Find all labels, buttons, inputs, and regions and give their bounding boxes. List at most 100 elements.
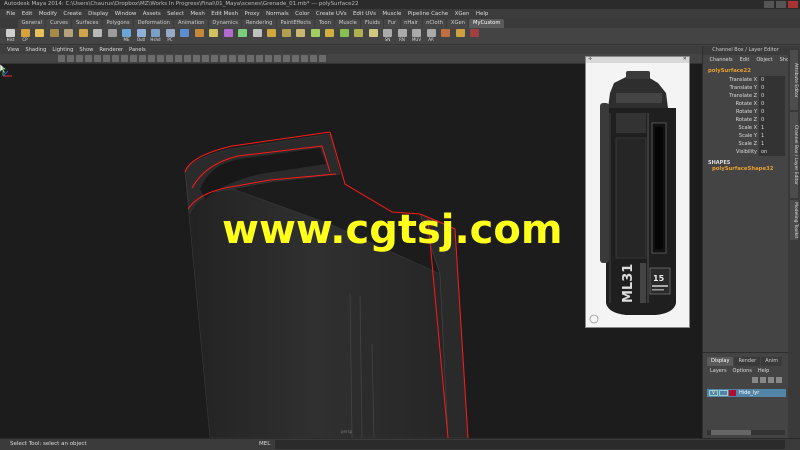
menu-mesh[interactable]: Mesh (187, 11, 208, 17)
shelf-button[interactable] (178, 29, 191, 43)
layer-menu-layers[interactable]: Layers (707, 368, 730, 374)
attribute-value[interactable]: 0 (759, 100, 785, 108)
layer-scrollbar[interactable] (707, 430, 785, 435)
shelf-button[interactable] (352, 29, 365, 43)
attribute-value[interactable]: 1 (759, 140, 785, 148)
attribute-row[interactable]: Rotate X0 (703, 100, 788, 108)
viewport-tool-icon[interactable] (319, 55, 326, 62)
layer-menu-options[interactable]: Options (730, 368, 755, 374)
shelf-tab-curves[interactable]: Curves (46, 19, 72, 28)
viewport-tool-icon[interactable] (85, 55, 92, 62)
minimize-button[interactable] (764, 1, 774, 8)
shelf-tab-general[interactable]: General (18, 19, 46, 28)
menu-proxy[interactable]: Proxy (241, 11, 262, 17)
scrollbar-thumb[interactable] (711, 430, 751, 435)
viewport-tool-icon[interactable] (148, 55, 155, 62)
shelf-button[interactable]: Hshd (149, 29, 162, 43)
viewport-tool-icon[interactable] (292, 55, 299, 62)
shelf-tab-xgen[interactable]: XGen (447, 19, 469, 28)
viewport-tool-icon[interactable] (67, 55, 74, 62)
menu-pipeline-cache[interactable]: Pipeline Cache (405, 11, 452, 17)
attribute-value[interactable]: 1 (759, 132, 785, 140)
tab-attribute-editor[interactable]: Attribute Editor (790, 50, 798, 110)
shelf-button[interactable]: SN (381, 29, 394, 43)
shelf-button[interactable] (77, 29, 90, 43)
shelf-button[interactable] (207, 29, 220, 43)
menu-xgen[interactable]: XGen (451, 11, 472, 17)
command-line-input[interactable] (275, 440, 785, 449)
layer-color-swatch[interactable] (729, 390, 736, 396)
channel-menu-edit[interactable]: Edit (736, 57, 753, 63)
layer-type-toggle[interactable] (719, 390, 728, 396)
shelf-button[interactable] (280, 29, 293, 43)
shelf-button[interactable]: Outl (135, 29, 148, 43)
attribute-row[interactable]: Scale Z1 (703, 140, 788, 148)
shelf-button[interactable]: AR (425, 29, 438, 43)
attribute-row[interactable]: Scale Y1 (703, 132, 788, 140)
reference-image-panel[interactable]: ✛ ✕ ML31 15 (585, 56, 690, 328)
attribute-value[interactable]: 0 (759, 116, 785, 124)
mel-label[interactable]: MEL (259, 441, 270, 447)
viewport-tool-icon[interactable] (184, 55, 191, 62)
menu-file[interactable]: File (3, 11, 19, 17)
shelf-button[interactable] (439, 29, 452, 43)
layer-tab-anim[interactable]: Anim (761, 357, 783, 366)
viewport-tool-icon[interactable] (220, 55, 227, 62)
viewport-tool-icon[interactable] (238, 55, 245, 62)
menu-modify[interactable]: Modify (36, 11, 61, 17)
layer-menu-help[interactable]: Help (755, 368, 772, 374)
shelf-button[interactable] (454, 29, 467, 43)
move-handle-icon[interactable]: ✛ (588, 56, 592, 62)
shelf-button[interactable]: MUV (410, 29, 423, 43)
attribute-row[interactable]: Translate X0 (703, 76, 788, 84)
shape-node-name[interactable]: polySurfaceShape32 (703, 166, 788, 172)
panel-menu-renderer[interactable]: Renderer (96, 47, 126, 53)
shelf-button[interactable]: PC (164, 29, 177, 43)
panel-menu-lighting[interactable]: Lighting (49, 47, 76, 53)
viewport-tool-icon[interactable] (274, 55, 281, 62)
menu-muscle[interactable]: Muscle (379, 11, 404, 17)
close-icon[interactable]: ✕ (683, 56, 687, 62)
shelf-button[interactable] (323, 29, 336, 43)
layer-tab-display[interactable]: Display (707, 357, 734, 366)
shelf-tab-surfaces[interactable]: Surfaces (72, 19, 102, 28)
shelf-tab-deformation[interactable]: Deformation (134, 19, 174, 28)
layer-visibility-toggle[interactable]: V (709, 390, 718, 396)
tab-modeling-toolkit[interactable]: Modeling Toolkit (790, 200, 798, 240)
shelf-button[interactable] (33, 29, 46, 43)
attribute-row[interactable]: Rotate Y0 (703, 108, 788, 116)
viewport-tool-icon[interactable] (202, 55, 209, 62)
shelf-tab-toon[interactable]: Toon (315, 19, 335, 28)
attribute-value[interactable]: 0 (759, 108, 785, 116)
layer-tab-render[interactable]: Render (734, 357, 761, 366)
channel-menu-channels[interactable]: Channels (706, 57, 736, 63)
viewport-tool-icon[interactable] (139, 55, 146, 62)
viewport-tool-icon[interactable] (157, 55, 164, 62)
layer-down-icon[interactable] (776, 377, 782, 383)
attribute-value[interactable]: 0 (759, 76, 785, 84)
panel-menu-shading[interactable]: Shading (22, 47, 49, 53)
shelf-button[interactable] (62, 29, 75, 43)
viewport-tool-icon[interactable] (301, 55, 308, 62)
shelf-button[interactable] (309, 29, 322, 43)
shelf-button[interactable] (338, 29, 351, 43)
shelf-button[interactable] (294, 29, 307, 43)
shelf-button[interactable] (468, 29, 481, 43)
viewport-tool-icon[interactable] (310, 55, 317, 62)
channel-menu-object[interactable]: Object (753, 57, 776, 63)
shelf-button[interactable]: CP (19, 29, 32, 43)
viewport-tool-icon[interactable] (283, 55, 290, 62)
menu-edit[interactable]: Edit (19, 11, 36, 17)
shelf-button[interactable] (367, 29, 380, 43)
viewport-tool-icon[interactable] (193, 55, 200, 62)
shelf-button[interactable] (251, 29, 264, 43)
viewport-tool-icon[interactable] (58, 55, 65, 62)
viewport-tool-icon[interactable] (265, 55, 272, 62)
layer-up-icon[interactable] (768, 377, 774, 383)
shelf-button[interactable] (106, 29, 119, 43)
panel-menu-view[interactable]: View (4, 47, 22, 53)
menu-display[interactable]: Display (85, 11, 112, 17)
attribute-row[interactable]: Visibility on (703, 148, 788, 156)
panel-menu-panels[interactable]: Panels (126, 47, 149, 53)
attribute-row[interactable]: Scale X1 (703, 124, 788, 132)
